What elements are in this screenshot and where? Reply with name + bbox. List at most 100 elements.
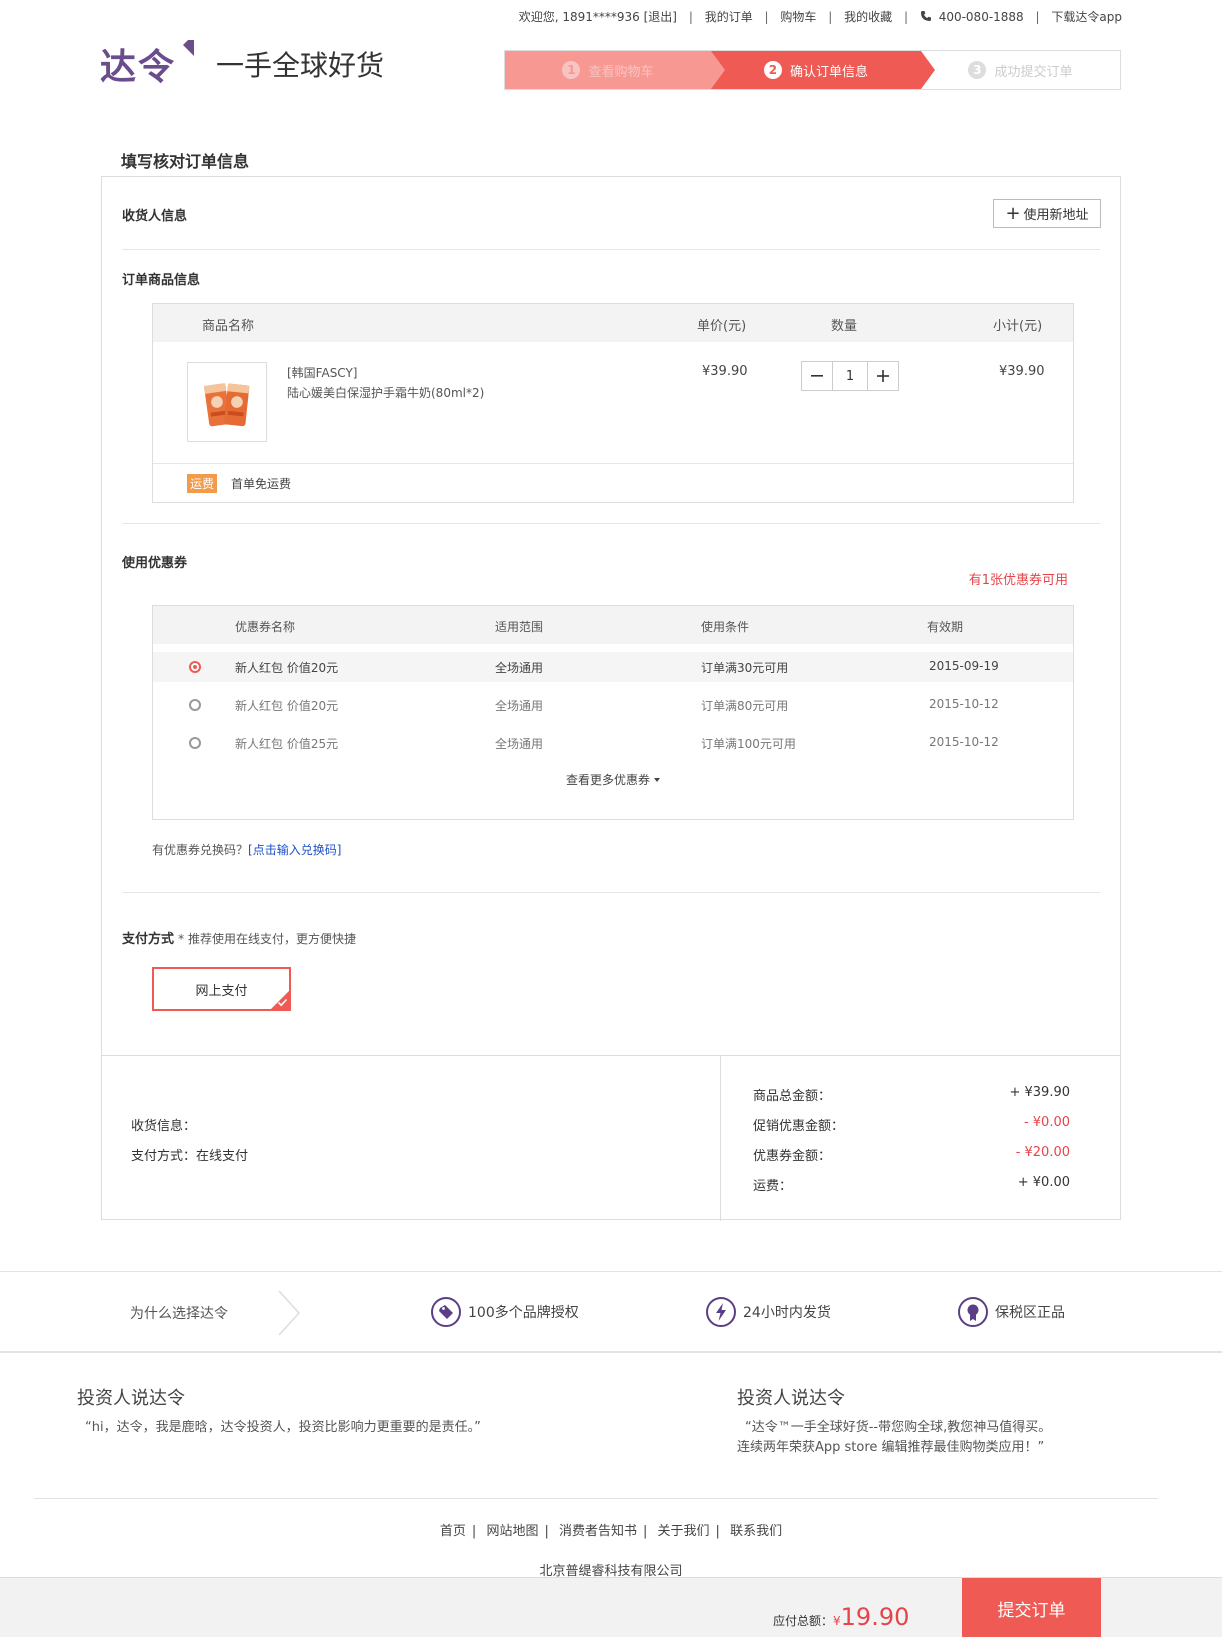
coupons-available-count: 有1张优惠券可用 <box>968 573 1068 588</box>
coupon-row[interactable]: 新人红包 价值20元 全场通用 订单满80元可用 2015-10-12 <box>153 690 1073 720</box>
plus-icon: + <box>1005 202 1021 224</box>
shipping-row: 运费 首单免运费 <box>153 464 1073 502</box>
payment-method-info: 支付方式：在线支付 <box>131 1149 249 1164</box>
lightning-icon <box>706 1297 736 1327</box>
award-icon <box>958 1297 988 1327</box>
shipping-text: 首单免运费 <box>231 477 292 491</box>
shipping-fee-line: 运费： + ¥0.00 <box>753 1175 1070 1194</box>
promo-shipping: 24小时内发货 <box>705 1296 831 1328</box>
promo-authentic: 保税区正品 <box>957 1296 1065 1328</box>
coupon-table-header: 优惠券名称 适用范围 使用条件 有效期 <box>153 606 1073 644</box>
site-logo[interactable]: 达令 一手全球好货 <box>100 38 384 90</box>
quantity-input[interactable]: 1 <box>832 362 868 390</box>
footer-link-sitemap[interactable]: 网站地图 <box>486 1520 538 1539</box>
coupon-row[interactable]: 新人红包 价值25元 全场通用 订单满100元可用 2015-10-12 <box>153 728 1073 758</box>
col-coupon-condition: 使用条件 <box>701 620 750 634</box>
investor-title: 投资人说达令 <box>737 1388 845 1409</box>
footer-link-contact[interactable]: 联系我们 <box>730 1520 782 1539</box>
consignee-label: 收货人信息 <box>122 209 188 224</box>
my-orders-link[interactable]: 我的订单 <box>705 8 753 25</box>
product-table: 商品名称 单价(元) 数量 小计(元) [韩国FASCY] 陆心媛美白保湿护手霜… <box>152 303 1074 503</box>
quantity-decrease-button[interactable] <box>802 362 832 390</box>
col-product-name: 商品名称 <box>202 319 255 334</box>
promo-brands: 100多个品牌授权 <box>430 1296 579 1328</box>
product-unit-price: ¥39.90 <box>702 364 748 379</box>
footer-link-about[interactable]: 关于我们 <box>658 1520 710 1539</box>
investor-block-left: 投资人说达令 “hi，达令，我是鹿晗，达令投资人，投资比影响力更重要的是责任。” <box>77 1384 481 1438</box>
order-items-label: 订单商品信息 <box>122 273 201 288</box>
product-thumbnail[interactable] <box>187 362 267 442</box>
chevron-right-icon <box>278 1290 301 1336</box>
investor-quote: “hi，达令，我是鹿晗，达令投资人，投资比影响力更重要的是责任。” <box>85 1420 481 1435</box>
shipping-badge: 运费 <box>187 474 218 493</box>
col-coupon-expiry: 有效期 <box>927 620 964 634</box>
col-subtotal: 小计(元) <box>993 319 1043 334</box>
shipping-info: 收货信息： <box>131 1119 197 1134</box>
coupon-discount-line: 优惠券金额： - ¥20.00 <box>753 1145 1070 1164</box>
page-title: 填写核对订单信息 <box>121 152 250 171</box>
col-coupon-scope: 适用范围 <box>495 620 544 634</box>
investor-title: 投资人说达令 <box>77 1388 185 1409</box>
cart-link[interactable]: 购物车 <box>780 8 816 25</box>
footer-link-consumer-notice[interactable]: 消费者告知书 <box>559 1520 637 1539</box>
logout-link[interactable]: [退出] <box>644 8 677 25</box>
checkout-progress: 1 查看购物车 2 确认订单信息 3 成功提交订单 <box>504 50 1121 90</box>
divider <box>34 1498 1158 1499</box>
col-coupon-name: 优惠券名称 <box>235 620 296 634</box>
product-name[interactable]: 陆心媛美白保湿护手霜牛奶(80ml*2) <box>287 384 484 401</box>
quantity-stepper: 1 <box>801 361 899 391</box>
total-payable: 应付总额：¥19.90 <box>773 1603 910 1631</box>
step-confirm-order: 2 确认订单信息 <box>711 51 935 89</box>
summary-amounts: 商品总金额： + ¥39.90 促销优惠金额： - ¥0.00 优惠券金额： -… <box>722 1056 1120 1221</box>
tag-icon <box>431 1297 461 1327</box>
logo-corner-icon <box>178 40 195 56</box>
enter-exchange-code-link[interactable]: [点击输入兑换码] <box>248 843 341 857</box>
why-choose-title: 为什么选择达令 <box>130 1306 228 1322</box>
coupons-label: 使用优惠券 <box>122 556 188 571</box>
online-payment-option[interactable]: 网上支付 <box>152 967 291 1011</box>
col-unit-price: 单价(元) <box>697 319 747 334</box>
col-quantity: 数量 <box>831 319 858 334</box>
submit-order-button[interactable]: 提交订单 <box>962 1578 1101 1637</box>
phone-icon <box>920 10 932 22</box>
order-summary: 收货信息： 支付方式：在线支付 商品总金额： + ¥39.90 促销优惠金额： … <box>101 1055 1121 1221</box>
coupon-exchange: 有优惠券兑换码？[点击输入兑换码] <box>152 843 342 857</box>
logo-mark: 达令 <box>100 38 195 90</box>
product-subtotal: ¥39.90 <box>999 364 1045 379</box>
coupon-table: 优惠券名称 适用范围 使用条件 有效期 新人红包 价值20元 全场通用 订单满3… <box>152 605 1074 820</box>
payment-label: 支付方式 * 推荐使用在线支付，更方便快捷 <box>122 932 356 947</box>
welcome-text: 欢迎您, 1891****936 <box>518 10 640 24</box>
divider <box>122 249 1100 250</box>
step-view-cart: 1 查看购物车 <box>505 51 725 89</box>
top-nav-bar: 欢迎您, 1891****936 [退出] | 我的订单 | 购物车 | 我的收… <box>518 8 1122 25</box>
product-table-header: 商品名称 单价(元) 数量 小计(元) <box>153 304 1073 342</box>
coupon-radio[interactable] <box>189 699 201 711</box>
divider <box>122 892 1100 893</box>
goods-total-line: 商品总金额： + ¥39.90 <box>753 1085 1070 1104</box>
product-row: [韩国FASCY] 陆心媛美白保湿护手霜牛奶(80ml*2) ¥39.90 1 … <box>153 342 1073 464</box>
order-form: 收货人信息 + 使用新地址 订单商品信息 商品名称 单价(元) 数量 小计(元) <box>101 176 1121 1221</box>
product-brand[interactable]: [韩国FASCY] <box>287 364 358 381</box>
coupon-radio-selected[interactable] <box>189 661 201 673</box>
summary-info: 收货信息： 支付方式：在线支付 <box>101 1056 721 1221</box>
promotion-discount-line: 促销优惠金额： - ¥0.00 <box>753 1115 1070 1134</box>
site-slogan: 一手全球好货 <box>216 49 385 82</box>
footer-link-home[interactable]: 首页 <box>440 1520 466 1539</box>
coupon-row[interactable]: 新人红包 价值20元 全场通用 订单满30元可用 2015-09-19 <box>153 652 1073 682</box>
check-icon <box>277 998 288 1007</box>
minus-icon <box>811 375 823 377</box>
new-address-button[interactable]: + 使用新地址 <box>993 199 1101 228</box>
footer-links: 首页 | 网站地图 | 消费者告知书 | 关于我们 | 联系我们 <box>0 1520 1222 1539</box>
download-app-link[interactable]: 下载达令app <box>1051 8 1122 25</box>
why-choose-band: 为什么选择达令 100多个品牌授权 24小时内发货 保税区正品 <box>0 1271 1222 1353</box>
favorites-link[interactable]: 我的收藏 <box>844 8 892 25</box>
more-coupons-link[interactable]: 查看更多优惠券 <box>153 771 1073 788</box>
investor-quote: “达令™一手全球好货--带您购全球,教您神马值得买。 连续两年荣获App sto… <box>737 1420 1052 1455</box>
plus-icon <box>877 370 889 382</box>
coupon-radio[interactable] <box>189 737 201 749</box>
phone-number: 400-080-1888 <box>938 10 1024 24</box>
quantity-increase-button[interactable] <box>868 362 898 390</box>
total-amount: 19.90 <box>840 1603 910 1631</box>
divider <box>122 523 1100 524</box>
step-submit-success: 3 成功提交订单 <box>921 51 1120 89</box>
